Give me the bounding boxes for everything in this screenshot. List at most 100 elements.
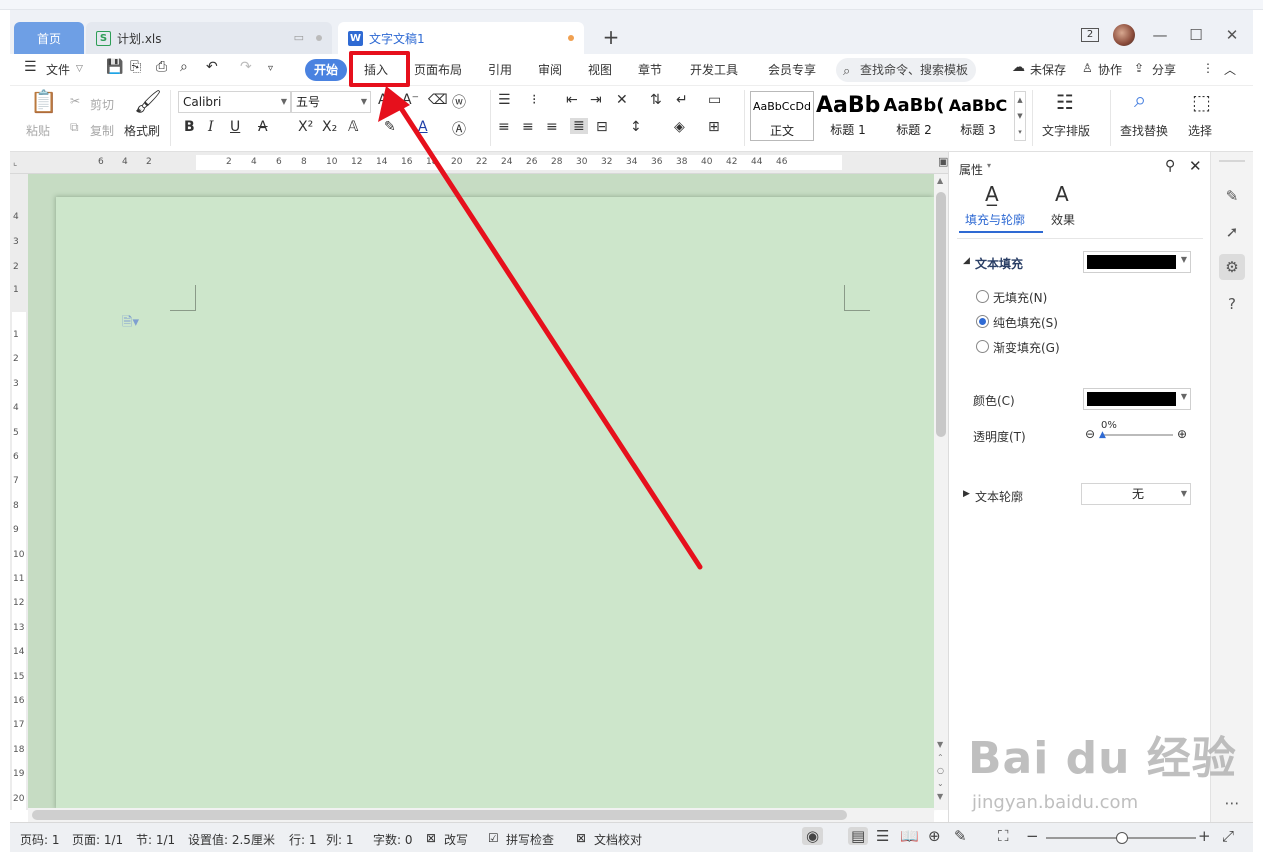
write-view-icon[interactable]: ✎	[954, 827, 967, 845]
style-scroll[interactable]: ▲ ▼ ▾	[1014, 91, 1026, 141]
shrink-font-icon[interactable]: A⁻	[402, 92, 419, 108]
minimize-button[interactable]: —	[1149, 26, 1171, 44]
status-col[interactable]: 列: 1	[326, 831, 354, 848]
align-center-icon[interactable]: ≡	[522, 119, 534, 135]
style-heading1[interactable]: AaBb 标题 1	[816, 91, 880, 141]
revise-toggle[interactable]: 改写	[444, 831, 468, 848]
scroll-up-icon[interactable]: ▲	[937, 176, 943, 185]
radio-gradient-fill[interactable]	[976, 340, 989, 353]
superscript-icon[interactable]: X²	[298, 119, 313, 135]
collapse-ribbon-icon[interactable]: ︿	[1224, 61, 1236, 78]
reading-view-icon[interactable]: 📖	[900, 827, 919, 845]
redo-icon[interactable]: ↷	[240, 59, 252, 75]
border-icon[interactable]: ⊞	[708, 119, 720, 135]
help-icon[interactable]: ?	[1219, 291, 1245, 317]
share-button[interactable]: 分享	[1152, 61, 1176, 78]
bold-icon[interactable]: B	[184, 119, 195, 135]
status-page-code[interactable]: 页码: 1	[20, 831, 60, 848]
command-search[interactable]: ⌕ 查找命令、搜索模板	[836, 58, 976, 82]
highlight-icon[interactable]: ✎	[384, 119, 396, 135]
tab-effect[interactable]: 效果	[1051, 211, 1075, 228]
menu-chapter[interactable]: 章节	[638, 61, 662, 78]
sort-icon[interactable]: ⇅	[650, 92, 662, 108]
style-heading3[interactable]: AaBbC 标题 3	[946, 91, 1010, 141]
menu-member[interactable]: 会员专享	[768, 61, 816, 78]
plus-icon[interactable]: ⊕	[1177, 427, 1187, 441]
pointer-icon[interactable]: ➚	[1219, 219, 1245, 245]
minus-icon[interactable]: ⊖	[1085, 427, 1095, 441]
status-setting[interactable]: 设置值: 2.5厘米	[188, 831, 275, 848]
text-fill-label[interactable]: 文本填充	[975, 255, 1023, 272]
tab-home[interactable]: 首页	[14, 22, 84, 54]
paste-button[interactable]: 粘贴	[26, 122, 50, 139]
radio-solid-fill[interactable]	[976, 315, 989, 328]
copy-button[interactable]: 复制	[90, 122, 114, 139]
char-border-icon[interactable]: Ⓐ	[452, 119, 466, 139]
subscript-icon[interactable]: X₂	[322, 119, 337, 135]
align-left-icon[interactable]: ≡	[498, 119, 510, 135]
properties-icon[interactable]: ⚙	[1219, 254, 1245, 280]
color-picker[interactable]: ▼	[1083, 388, 1191, 410]
italic-icon[interactable]: I	[208, 119, 214, 135]
menu-file[interactable]: 文件	[46, 61, 70, 78]
zoom-in-icon[interactable]: +	[1198, 827, 1211, 845]
underline-icon[interactable]: U	[230, 119, 240, 135]
distribute-icon[interactable]: ⊟	[596, 119, 608, 135]
save-icon[interactable]: 💾	[106, 59, 123, 75]
web-view-icon[interactable]: ⊕	[928, 827, 941, 845]
shading-icon[interactable]: ◈	[674, 119, 685, 135]
format-icon[interactable]: ⎘	[130, 59, 141, 75]
collapse-icon[interactable]: ▶	[963, 489, 970, 499]
new-tab-button[interactable]: +	[600, 22, 622, 52]
status-word-count[interactable]: 字数: 0	[373, 831, 413, 848]
ruler-toggle-icon[interactable]: ▣	[938, 155, 948, 168]
undo-icon[interactable]: ↶	[206, 59, 218, 75]
zoom-thumb[interactable]	[1116, 832, 1128, 844]
font-name-select[interactable]: Calibri ▼	[178, 91, 291, 113]
text-outline-label[interactable]: 文本轮廓	[975, 488, 1023, 505]
hamburger-icon[interactable]: ☰	[24, 59, 37, 75]
font-size-select[interactable]: 五号 ▼	[291, 91, 371, 113]
horizontal-scroll-thumb[interactable]	[32, 810, 847, 820]
select-button[interactable]: 选择	[1188, 122, 1212, 139]
indent-icon[interactable]: ⇥	[590, 92, 602, 108]
align-right-icon[interactable]: ≡	[546, 119, 558, 135]
outline-view-icon[interactable]: ☰	[876, 827, 889, 845]
window-count-badge[interactable]: 2	[1081, 28, 1099, 42]
line-spacing-icon[interactable]: ↕	[630, 119, 642, 135]
expand-icon[interactable]: ◢	[963, 256, 970, 266]
table-lines-icon[interactable]: ▭	[708, 92, 721, 108]
style-normal[interactable]: AaBbCcDd 正文	[750, 91, 814, 141]
paste-icon[interactable]: 📋	[30, 90, 57, 115]
menu-reference[interactable]: 引用	[488, 61, 512, 78]
cut-button[interactable]: 剪切	[90, 96, 114, 113]
spell-check-toggle[interactable]: 拼写检查	[506, 831, 554, 848]
avatar[interactable]	[1113, 24, 1135, 46]
tab-doc[interactable]: W 文字文稿1	[338, 22, 584, 54]
fit-icon[interactable]: ⛶	[998, 827, 1009, 845]
phonetic-icon[interactable]: ⓦ	[452, 92, 466, 112]
menu-view[interactable]: 视图	[588, 61, 612, 78]
slider-thumb[interactable]: ▲	[1099, 430, 1106, 440]
bullet-list-icon[interactable]: ☰	[498, 92, 511, 108]
vertical-scroll-thumb[interactable]	[936, 192, 946, 437]
chinese-layout-icon[interactable]: ✕	[616, 92, 628, 108]
customize-icon[interactable]: ▿	[268, 63, 273, 74]
find-replace-button[interactable]: 查找替换	[1120, 122, 1168, 139]
clear-format-icon[interactable]: ⌫	[428, 92, 448, 108]
radio-no-fill[interactable]	[976, 290, 989, 303]
transparency-slider[interactable]	[1101, 434, 1173, 436]
outline-select[interactable]: 无 ▼	[1081, 483, 1191, 505]
pin-icon[interactable]: ⚲	[1165, 158, 1175, 174]
page-nav-icon[interactable]: ▼ ⌃ ○ ⌄ ▼	[937, 738, 944, 803]
numbered-list-icon[interactable]: ⁝	[532, 92, 536, 108]
menu-review[interactable]: 审阅	[538, 61, 562, 78]
font-color-icon[interactable]: A	[418, 119, 428, 135]
eye-icon[interactable]: ◉	[802, 827, 824, 845]
format-painter-button[interactable]: 格式刷	[124, 122, 160, 139]
status-section[interactable]: 节: 1/1	[136, 831, 175, 848]
doc-proof-button[interactable]: 文档校对	[594, 831, 642, 848]
print-icon[interactable]: ⎙	[156, 59, 167, 75]
preview-icon[interactable]: ⌕	[180, 59, 188, 75]
paragraph-icon[interactable]: 🗎▾	[122, 313, 139, 335]
